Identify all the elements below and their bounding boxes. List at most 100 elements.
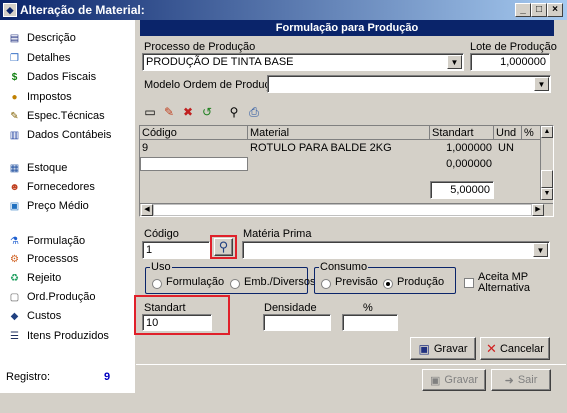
undo-icon[interactable]: ↺ xyxy=(199,104,215,120)
processo-label: Processo de Produção xyxy=(144,41,256,53)
grid-header-codigo[interactable]: Código xyxy=(140,126,248,140)
sidebar-item-estoque[interactable]: ▦ Estoque xyxy=(8,159,133,177)
chevron-down-icon[interactable]: ▼ xyxy=(533,243,548,257)
consumo-title: Consumo xyxy=(319,261,369,273)
sidebar-item-dados-fiscais[interactable]: $ Dados Fiscais xyxy=(8,68,133,86)
materia-label: Matéria Prima xyxy=(243,228,312,240)
sidebar: ▤ Descrição ❐ Detalhes $ Dados Fiscais ● Imp… xyxy=(0,20,135,393)
delete-icon[interactable]: ✖ xyxy=(180,104,196,120)
modelo-label: Modelo Ordem de Produção: xyxy=(144,79,286,91)
scroll-down-icon[interactable]: ▼ xyxy=(541,188,553,200)
grid-header: Código Material Standart Und % xyxy=(140,126,540,140)
cancelar-button[interactable]: ✕ Cancelar xyxy=(480,337,550,360)
sidebar-item-descricao[interactable]: ▤ Descrição xyxy=(8,29,133,47)
uso-formulacao-label: Formulação xyxy=(166,276,225,288)
sidebar-item-formulacao[interactable]: ⚗ Formulação xyxy=(8,232,133,250)
process-icon: ⚙ xyxy=(10,253,19,265)
grid-total: 5,00000 xyxy=(430,181,494,199)
scroll-up-icon[interactable]: ▲ xyxy=(541,126,553,138)
sidebar-item-impostos[interactable]: ● Impostos xyxy=(8,88,133,106)
lote-field[interactable]: 1,000000 xyxy=(470,53,550,71)
registro-label: Registro: xyxy=(6,371,51,383)
sidebar-item-ord-producao[interactable]: ▢ Ord.Produção xyxy=(8,288,133,306)
standart-field[interactable]: 10 xyxy=(142,314,212,331)
table-row[interactable]: 9 ROTULO PARA BALDE 2KG 1,000000 UN xyxy=(140,141,540,156)
codigo-label: Código xyxy=(144,228,179,240)
modelo-select[interactable]: ▼ xyxy=(267,75,551,93)
uso-emb-radio[interactable] xyxy=(230,279,240,289)
densidade-label: Densidade xyxy=(264,302,317,314)
consumo-producao-radio[interactable] xyxy=(383,279,393,289)
save-icon: ▣ xyxy=(418,341,430,356)
stock-icon: ▦ xyxy=(9,162,20,174)
scroll-right-icon[interactable]: ▶ xyxy=(532,204,544,216)
reject-icon: ♻ xyxy=(10,272,19,284)
minimize-button[interactable]: _ xyxy=(515,3,531,17)
bottom-divider xyxy=(136,364,566,365)
pages-icon: ❐ xyxy=(10,52,19,64)
scroll-left-icon[interactable]: ◀ xyxy=(141,204,153,216)
sidebar-item-detalhes[interactable]: ❐ Detalhes xyxy=(8,49,133,67)
status-area: Registro: 9 xyxy=(0,362,135,393)
densidade-field[interactable] xyxy=(263,314,331,331)
sidebar-item-itens-produzidos[interactable]: ☰ Itens Produzidos xyxy=(8,327,133,345)
ledger-icon: ▥ xyxy=(9,129,20,141)
grid-scrollbar-vertical[interactable]: ▲ ▼ xyxy=(540,126,553,200)
app-icon: ◆ xyxy=(3,3,17,17)
sidebar-item-espec-tecnicas[interactable]: ✎ Espec.Técnicas xyxy=(8,107,133,125)
grid-scrollbar-horizontal[interactable]: ◀ ▶ xyxy=(140,203,553,216)
close-button[interactable]: × xyxy=(547,3,563,17)
pct-label: % xyxy=(363,302,373,314)
window-title: Alteração de Material: xyxy=(20,3,145,17)
consumo-producao-label: Produção xyxy=(397,276,445,288)
grid-header-und[interactable]: Und xyxy=(494,126,522,140)
suppliers-icon: ☻ xyxy=(9,181,20,193)
coins-icon: ● xyxy=(11,91,18,103)
order-icon: ▢ xyxy=(9,291,20,303)
scroll-track[interactable] xyxy=(153,204,532,216)
sidebar-item-rejeito[interactable]: ♻ Rejeito xyxy=(8,269,133,287)
spec-icon: ✎ xyxy=(10,110,19,122)
materia-select[interactable]: ▼ xyxy=(242,241,550,259)
sidebar-item-custos[interactable]: ◆ Custos xyxy=(8,307,133,325)
materials-grid[interactable]: Código Material Standart Und % 9 ROTULO … xyxy=(139,125,554,217)
scroll-thumb[interactable] xyxy=(541,170,553,188)
new-icon[interactable]: ▭ xyxy=(142,104,158,120)
chevron-down-icon[interactable]: ▼ xyxy=(534,77,549,91)
search-button[interactable]: ⚲ xyxy=(214,238,233,256)
items-icon: ☰ xyxy=(10,330,19,342)
save-icon: ▣ xyxy=(429,374,441,387)
codigo-field[interactable]: 1 xyxy=(142,241,210,259)
flask-icon: ⚗ xyxy=(10,235,19,247)
chevron-down-icon[interactable]: ▼ xyxy=(447,55,462,69)
aceita-mp-label: Aceita MP Alternativa xyxy=(478,271,530,294)
sidebar-item-processos[interactable]: ⚙ Processos xyxy=(8,250,133,268)
table-row[interactable]: 0,000000 xyxy=(140,157,540,172)
cancel-icon: ✕ xyxy=(486,340,497,356)
consumo-previsao-radio[interactable] xyxy=(321,279,331,289)
uso-emb-label: Emb./Diversos xyxy=(244,276,316,288)
section-header: Formulação para Produção xyxy=(140,20,554,36)
aceita-mp-checkbox[interactable] xyxy=(464,278,474,288)
sidebar-item-preco-medio[interactable]: ▣ Preço Médio xyxy=(8,197,133,215)
sidebar-item-fornecedores[interactable]: ☻ Fornecedores xyxy=(8,178,133,196)
lote-label: Lote de Produção xyxy=(470,41,557,53)
maximize-button[interactable]: □ xyxy=(531,3,547,17)
gravar-button[interactable]: ▣ Gravar xyxy=(410,337,476,360)
uso-group: Uso Formulação Emb./Diversos xyxy=(145,261,316,294)
sair-button[interactable]: ➜ Sair xyxy=(491,369,551,391)
grid-header-pct[interactable]: % xyxy=(522,126,540,140)
pct-field[interactable] xyxy=(342,314,398,331)
grid-header-material[interactable]: Material xyxy=(248,126,430,140)
grid-header-standart[interactable]: Standart xyxy=(430,126,494,140)
edit-icon[interactable]: ✎ xyxy=(161,104,177,120)
sidebar-item-dados-contabeis[interactable]: ▥ Dados Contábeis xyxy=(8,126,133,144)
find-icon[interactable]: ⚲ xyxy=(226,104,242,120)
print-icon[interactable]: ⎙ xyxy=(246,104,262,120)
consumo-group: Consumo Previsão Produção xyxy=(314,261,456,294)
processo-select[interactable]: PRODUÇÃO DE TINTA BASE ▼ xyxy=(142,53,464,71)
uso-formulacao-radio[interactable] xyxy=(152,279,162,289)
bottom-gravar-button[interactable]: ▣ Gravar xyxy=(422,369,486,391)
costs-icon: ◆ xyxy=(10,310,19,322)
price-icon: ▣ xyxy=(9,200,20,212)
